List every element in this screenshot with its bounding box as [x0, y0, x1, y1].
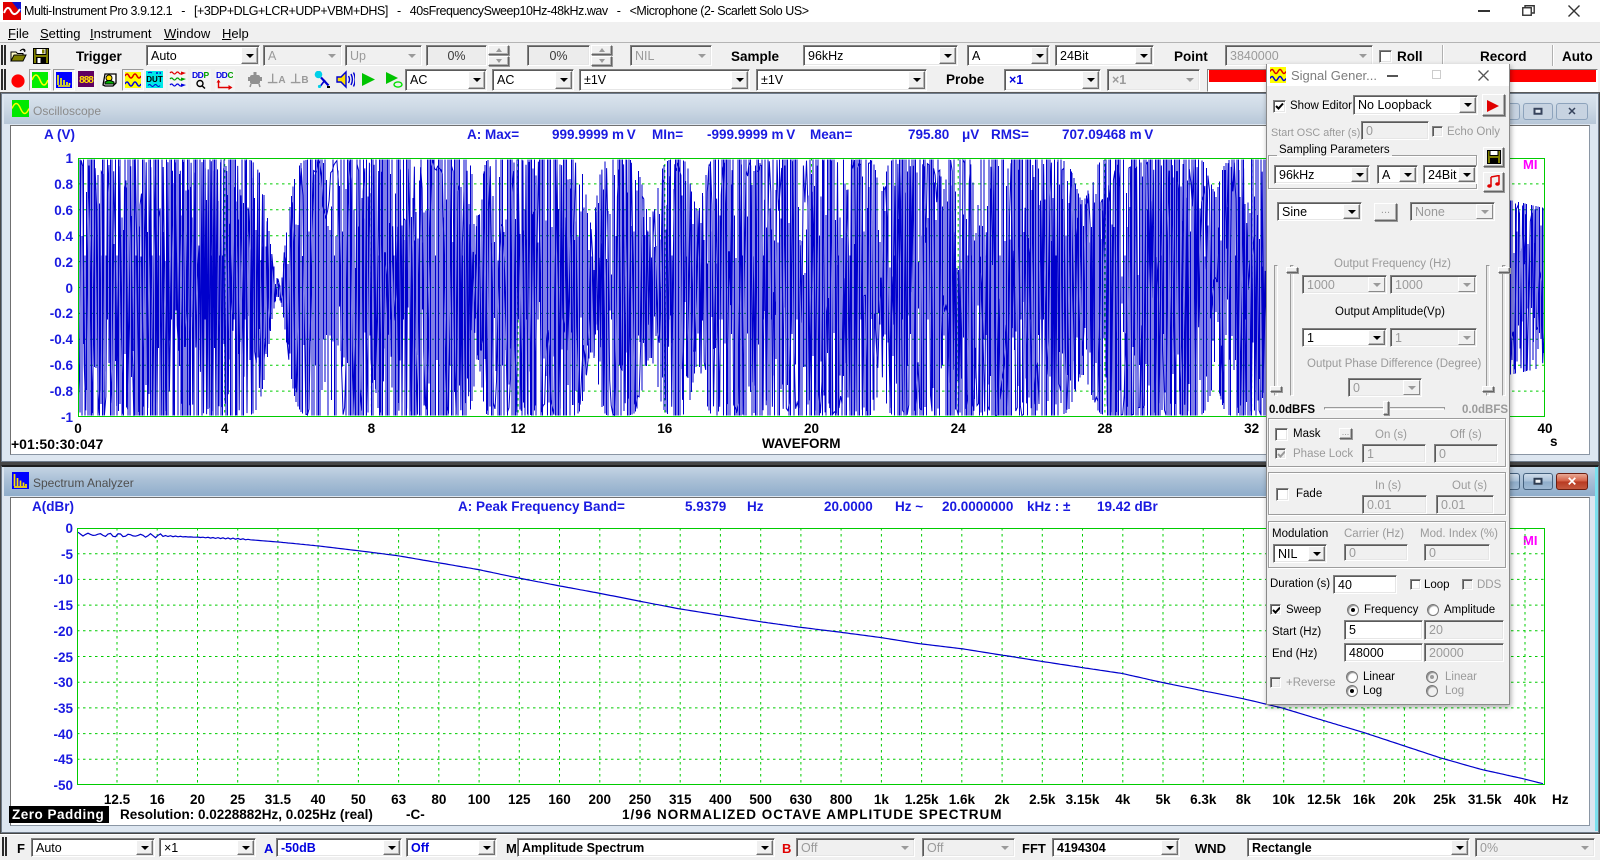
svg-text:DUT: DUT — [146, 75, 163, 84]
svg-text:P: P — [204, 70, 210, 80]
svg-text:C: C — [228, 70, 234, 80]
svg-text:DD: DD — [216, 70, 228, 80]
svg-text:888: 888 — [79, 75, 94, 86]
svg-text:DD: DD — [192, 70, 204, 80]
